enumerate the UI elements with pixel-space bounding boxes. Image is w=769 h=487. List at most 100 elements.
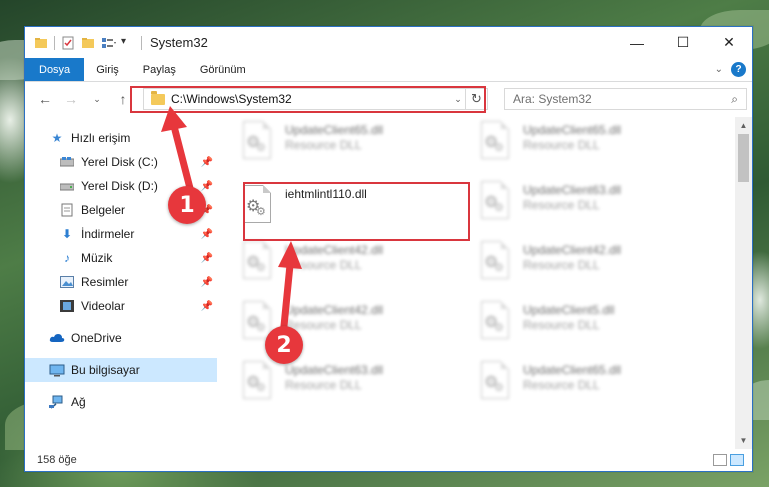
sidebar-item-onedrive[interactable]: OneDrive: [25, 326, 217, 350]
item-count: 158 öğe: [37, 454, 77, 466]
view-options-icon[interactable]: [101, 36, 116, 50]
details-view-icon[interactable]: [713, 454, 727, 466]
forward-arrow-icon[interactable]: →: [61, 89, 81, 109]
dll-file-icon: ⚙ ⚙: [477, 299, 513, 343]
sidebar-item-label: Bu bilgisayar: [71, 363, 140, 377]
file-item[interactable]: ⚙ ⚙ UpdateClient42.dll Resource DLL: [239, 239, 439, 291]
view-toggle: [713, 454, 752, 466]
back-arrow-icon[interactable]: ←: [35, 89, 55, 109]
computer-icon: [49, 363, 65, 377]
recent-locations-chevron-icon[interactable]: ⌄: [87, 89, 107, 109]
window-controls: — ☐ ✕: [614, 27, 752, 58]
file-item[interactable]: ⚙ ⚙ UpdateClient63.dll Resource DLL: [477, 179, 677, 231]
file-text: UpdateClient42.dll Resource DLL: [285, 299, 383, 333]
file-description: Resource DLL: [285, 258, 362, 272]
file-item[interactable]: ⚙ ⚙ UpdateClient42.dll Resource DLL: [477, 239, 677, 291]
quick-access-toolbar: ▾: [25, 35, 142, 50]
tab-home[interactable]: Giriş: [84, 58, 131, 81]
pin-icon[interactable]: 📌: [201, 301, 213, 312]
file-item[interactable]: ⚙ ⚙ UpdateClient65.dll Resource DLL: [477, 119, 677, 171]
file-name: UpdateClient5.dll: [523, 303, 615, 317]
toolbar-divider: [54, 35, 55, 50]
search-icon[interactable]: ⌕: [731, 92, 738, 107]
expand-ribbon-icon[interactable]: ⌄: [715, 64, 723, 75]
sidebar-item-this-pc[interactable]: Bu bilgisayar: [25, 358, 217, 382]
file-text: UpdateClient65.dll Resource DLL: [523, 119, 621, 153]
file-description: Resource DLL: [285, 318, 362, 332]
file-description: Resource DLL: [523, 378, 600, 392]
sidebar-item-label: Resimler: [81, 275, 129, 289]
network-icon: [49, 395, 65, 409]
sidebar-item-label: Videolar: [81, 299, 125, 313]
gear-icon: ⚙: [256, 322, 266, 334]
title-bar: ▾ System32 — ☐ ✕: [25, 27, 752, 58]
tab-view[interactable]: Görünüm: [188, 58, 258, 81]
close-button[interactable]: ✕: [706, 27, 752, 58]
file-name: UpdateClient65.dll: [285, 123, 384, 137]
tab-share[interactable]: Paylaş: [131, 58, 188, 81]
step-2-badge: 2: [265, 326, 303, 364]
properties-icon[interactable]: [61, 36, 75, 50]
file-text: UpdateClient65.dll Resource DLL: [285, 119, 383, 153]
help-icon[interactable]: ?: [731, 62, 746, 77]
search-input[interactable]: Ara: System32 ⌕: [504, 88, 747, 110]
sidebar-item-pictures[interactable]: Resimler 📌: [25, 270, 217, 294]
dll-file-icon: ⚙ ⚙: [239, 119, 275, 163]
step-1-badge: 1: [168, 186, 206, 224]
gear-icon: ⚙: [494, 382, 504, 394]
file-item[interactable]: ⚙ ⚙ UpdateClient63.dll Resource DLL: [239, 359, 439, 411]
file-description: Resource DLL: [523, 138, 600, 152]
status-bar: 158 öğe: [25, 449, 752, 471]
drive-icon: [59, 179, 75, 193]
pin-icon[interactable]: 📌: [201, 253, 213, 264]
pin-icon[interactable]: 📌: [201, 181, 213, 192]
gear-icon: ⚙: [494, 322, 504, 334]
customize-toolbar-icon[interactable]: ▾: [121, 36, 135, 50]
downloads-icon: ⬇: [61, 227, 73, 241]
file-item[interactable]: ⚙ ⚙ UpdateClient65.dll Resource DLL: [477, 359, 677, 411]
tab-file[interactable]: Dosya: [25, 58, 85, 81]
sidebar-item-network[interactable]: Ağ: [25, 390, 217, 414]
file-name: UpdateClient63.dll: [523, 183, 622, 197]
sidebar-item-label: Müzik: [81, 251, 113, 265]
window-title: System32: [150, 35, 208, 50]
new-folder-icon[interactable]: [81, 36, 95, 50]
folder-icon[interactable]: [34, 36, 48, 50]
tiles-view-icon[interactable]: [730, 454, 744, 466]
sidebar-item-label: Ağ: [71, 395, 86, 409]
videos-icon: [59, 299, 75, 313]
dll-file-icon: ⚙ ⚙: [239, 359, 275, 403]
file-highlight: [243, 182, 470, 241]
file-text: UpdateClient63.dll Resource DLL: [523, 179, 621, 213]
file-name: UpdateClient42.dll: [285, 303, 384, 317]
sidebar-item-downloads[interactable]: ⬇ İndirmeler 📌: [25, 222, 217, 246]
dll-file-icon: ⚙ ⚙: [477, 119, 513, 163]
sidebar-item-local-disk-c[interactable]: Yerel Disk (C:) 📌: [25, 150, 217, 174]
pin-icon[interactable]: 📌: [201, 277, 213, 288]
pin-icon[interactable]: 📌: [201, 229, 213, 240]
file-text: UpdateClient5.dll Resource DLL: [523, 299, 614, 333]
scroll-down-arrow-icon[interactable]: ▼: [735, 432, 752, 449]
pin-icon[interactable]: 📌: [201, 157, 213, 168]
scrollbar-thumb[interactable]: [738, 134, 749, 182]
music-icon: ♪: [64, 251, 70, 265]
minimize-button[interactable]: —: [614, 27, 660, 58]
gear-icon: ⚙: [494, 202, 504, 214]
cloud-icon: [49, 331, 65, 345]
dll-file-icon: ⚙ ⚙: [477, 239, 513, 283]
file-description: Resource DLL: [523, 258, 600, 272]
toolbar-divider: [141, 35, 142, 50]
vertical-scrollbar[interactable]: ▲ ▼: [735, 117, 752, 449]
maximize-button[interactable]: ☐: [660, 27, 706, 58]
gear-icon: ⚙: [256, 142, 266, 154]
file-item[interactable]: ⚙ ⚙ UpdateClient65.dll Resource DLL: [239, 119, 439, 171]
file-item[interactable]: ⚙ ⚙ UpdateClient5.dll Resource DLL: [477, 299, 677, 351]
sidebar-item-videos[interactable]: Videolar 📌: [25, 294, 217, 318]
sidebar-item-quick-access[interactable]: ★ Hızlı erişim: [25, 126, 217, 150]
scroll-up-arrow-icon[interactable]: ▲: [735, 117, 752, 134]
navigation-pane: ★ Hızlı erişim Yerel Disk (C:) 📌 Yerel D…: [25, 117, 217, 449]
file-description: Resource DLL: [285, 378, 362, 392]
sidebar-item-music[interactable]: ♪ Müzik 📌: [25, 246, 217, 270]
